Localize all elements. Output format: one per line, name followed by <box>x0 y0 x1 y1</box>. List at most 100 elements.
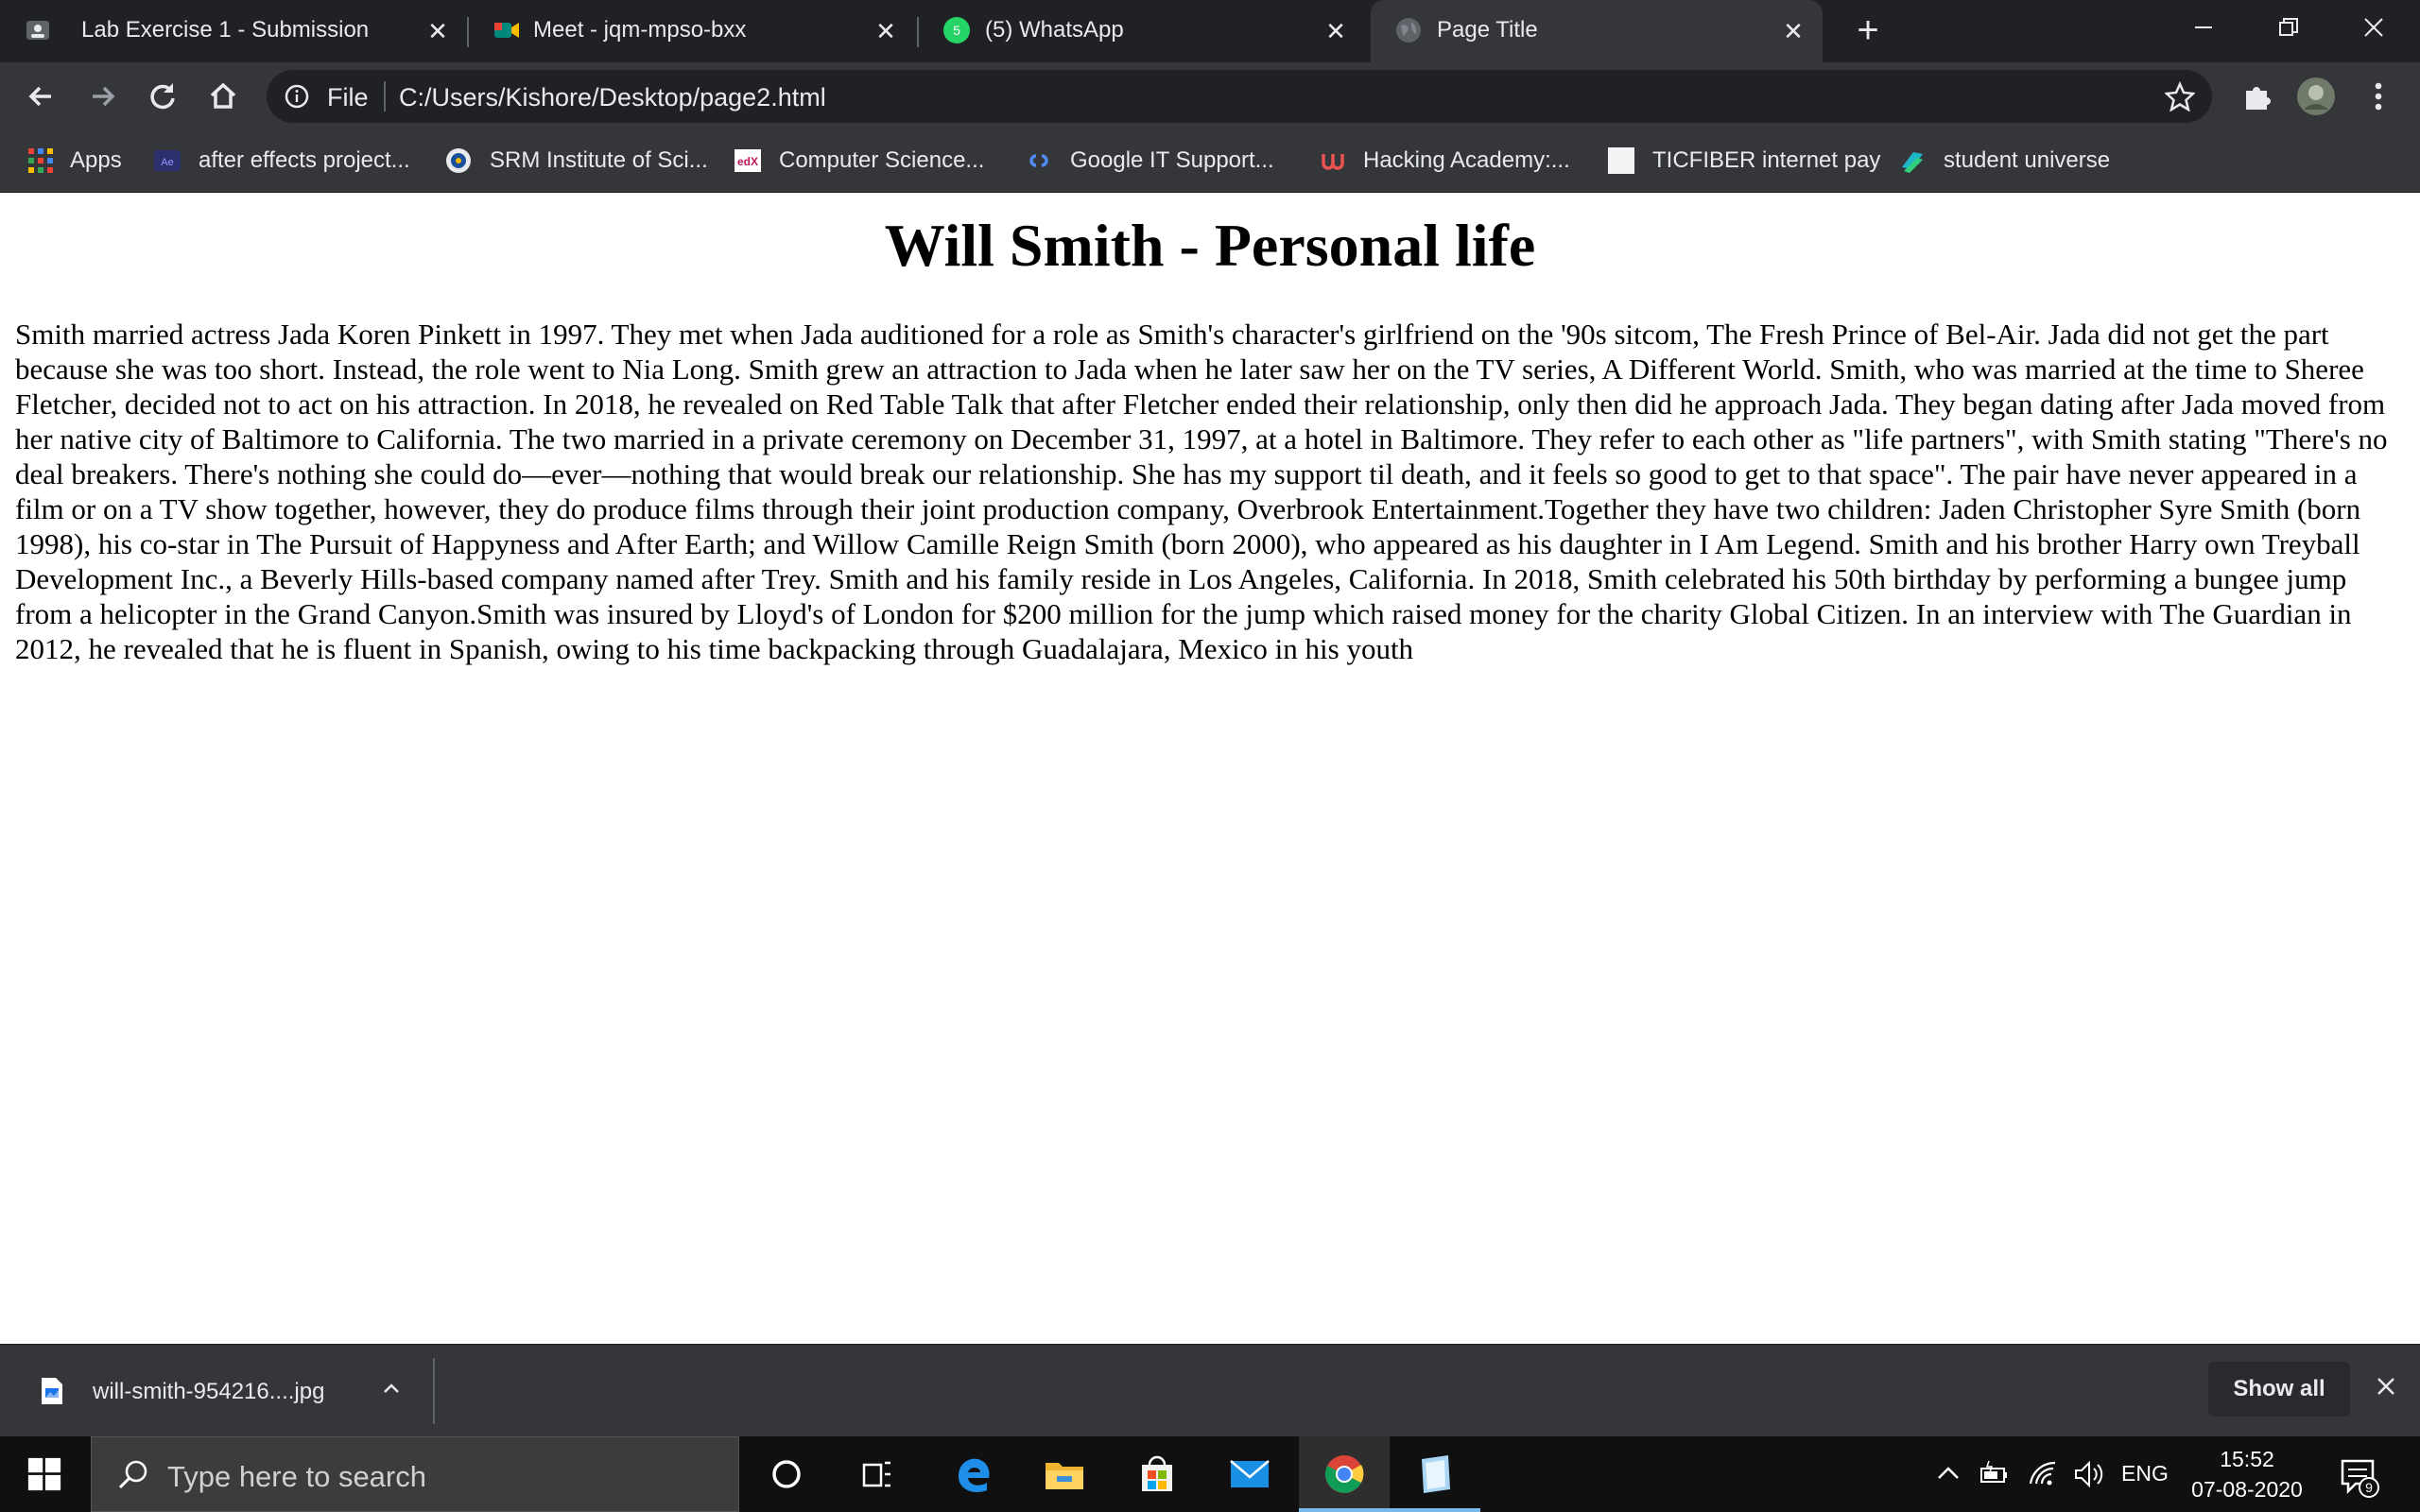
back-icon[interactable] <box>21 76 62 117</box>
bookmark-student-universe[interactable]: student universe <box>1898 142 2110 180</box>
tab-title: Lab Exercise 1 - Submission <box>81 17 370 43</box>
show-hidden-icons-chevron-icon[interactable] <box>1934 1457 1962 1491</box>
clock-time: 15:52 <box>2220 1447 2274 1471</box>
bookmark-google-it[interactable]: Google IT Support... <box>1025 142 1274 180</box>
svg-text:edX: edX <box>737 155 758 168</box>
task-view-icon <box>862 1461 890 1487</box>
web-page-content: Will Smith - Personal life Smith married… <box>0 194 2420 1344</box>
scheme-label: File <box>327 83 369 112</box>
after-effects-icon: Ae <box>154 150 181 171</box>
meet-icon <box>494 23 519 38</box>
edx-icon: edX <box>735 149 761 172</box>
new-tab-button[interactable]: + <box>1849 11 1887 51</box>
download-item[interactable]: will-smith-954216....jpg <box>0 1345 435 1437</box>
close-icon <box>2364 18 2383 37</box>
minimize-icon <box>2195 26 2212 28</box>
bookmark-star-icon[interactable] <box>2165 81 2195 112</box>
downloads-bar: will-smith-954216....jpg Show all <box>0 1344 2420 1436</box>
search-placeholder: Type here to search <box>167 1460 426 1493</box>
reload-icon[interactable] <box>142 76 183 117</box>
address-bar[interactable]: File C:/Users/Kishore/Desktop/page2.html <box>267 70 2212 123</box>
file-explorer-button[interactable] <box>1019 1436 1110 1512</box>
srm-icon <box>446 148 471 173</box>
bookmark-label: SRM Institute of Sci... <box>490 147 708 173</box>
wifi-icon[interactable] <box>2027 1457 2059 1491</box>
tab-close-icon[interactable]: ✕ <box>1779 17 1807 45</box>
notepad-button[interactable] <box>1390 1436 1480 1512</box>
bookmark-label: Computer Science... <box>779 147 985 173</box>
tab-title: Meet - jqm-mpso-bxx <box>533 17 747 43</box>
battery-icon[interactable] <box>1978 1457 2010 1491</box>
system-clock[interactable]: 15:52 07-08-2020 <box>2176 1444 2318 1504</box>
page-paragraph: Smith married actress Jada Koren Pinkett… <box>15 318 2388 665</box>
clock-date: 07-08-2020 <box>2191 1477 2303 1502</box>
cortana-icon <box>772 1460 801 1488</box>
page-heading: Will Smith - Personal life <box>884 212 1536 279</box>
tab-page-title[interactable]: Page Title ✕ <box>1371 0 1823 62</box>
coursera-icon <box>1029 154 1048 167</box>
bookmark-hacking-academy[interactable]: Hacking Academy:... <box>1318 142 1570 180</box>
tab-strip: Lab Exercise 1 - Submission ✕ Meet - jqm… <box>0 0 2420 62</box>
edge-icon <box>959 1458 990 1493</box>
globe-icon <box>1396 18 1421 43</box>
task-view-button[interactable] <box>832 1436 923 1512</box>
microsoft-store-icon <box>1142 1455 1172 1491</box>
bookmark-apps[interactable]: Apps <box>26 142 122 180</box>
bookmark-label: Hacking Academy:... <box>1363 147 1570 173</box>
windows-taskbar: Type here to search ENG 15:52 07-08-2020… <box>0 1436 2420 1512</box>
menu-kebab-icon[interactable] <box>2358 76 2399 117</box>
bookmark-label: Google IT Support... <box>1070 147 1274 173</box>
tab-meet[interactable]: Meet - jqm-mpso-bxx ✕ <box>469 0 917 62</box>
show-all-button[interactable]: Show all <box>2208 1362 2350 1417</box>
restore-button[interactable] <box>2246 0 2331 57</box>
file-explorer-icon <box>1046 1463 1083 1489</box>
mail-button[interactable] <box>1204 1436 1295 1512</box>
chevron-up-icon[interactable] <box>376 1373 406 1403</box>
svg-text:5: 5 <box>953 23 960 38</box>
download-file-name: will-smith-954216....jpg <box>93 1379 325 1404</box>
volume-icon[interactable] <box>2072 1457 2106 1491</box>
running-app-indicator <box>1390 1508 1480 1512</box>
notification-count: 9 <box>2365 1480 2373 1495</box>
bookmark-srm[interactable]: SRM Institute of Sci... <box>444 142 708 180</box>
profile-avatar[interactable] <box>2295 76 2337 117</box>
notifications-icon: 9 <box>2341 1459 2379 1498</box>
chrome-icon <box>1325 1455 1364 1493</box>
tab-close-icon[interactable]: ✕ <box>872 17 900 45</box>
chrome-button[interactable] <box>1299 1436 1390 1512</box>
microsoft-store-button[interactable] <box>1112 1436 1202 1512</box>
cortana-button[interactable] <box>741 1436 832 1512</box>
active-app-indicator <box>1299 1508 1390 1512</box>
close-window-button[interactable] <box>2331 0 2416 57</box>
search-icon <box>118 1460 147 1489</box>
student-universe-icon <box>1902 152 1923 173</box>
action-center-button[interactable]: 9 <box>2335 1453 2380 1499</box>
info-icon[interactable] <box>284 83 310 110</box>
notepad-icon <box>1422 1455 1450 1493</box>
taskbar-search-box[interactable]: Type here to search <box>91 1436 739 1512</box>
bookmark-ticfiber[interactable]: TICFIBER internet pay <box>1607 142 1880 180</box>
bookmark-label: after effects project... <box>199 147 410 173</box>
windows-logo-icon <box>27 1457 61 1491</box>
extensions-puzzle-icon[interactable] <box>2237 76 2278 117</box>
close-downloads-icon[interactable] <box>2371 1371 2401 1401</box>
tab-close-icon[interactable]: ✕ <box>424 17 452 45</box>
browser-toolbar: File C:/Users/Kishore/Desktop/page2.html <box>0 62 2420 130</box>
bookmark-after-effects[interactable]: Ae after effects project... <box>153 142 410 180</box>
input-language[interactable]: ENG <box>2121 1461 2169 1495</box>
tab-lab-exercise[interactable]: Lab Exercise 1 - Submission ✕ <box>0 0 463 62</box>
bookmark-label: TICFIBER internet pay <box>1652 147 1881 173</box>
udemy-icon <box>1322 154 1344 170</box>
url-text[interactable]: C:/Users/Kishore/Desktop/page2.html <box>399 83 826 112</box>
forward-icon[interactable] <box>81 76 123 117</box>
tab-title: (5) WhatsApp <box>985 17 1124 43</box>
minimize-button[interactable] <box>2161 0 2246 57</box>
blank-page-icon <box>1608 147 1634 174</box>
tab-whatsapp[interactable]: 5 (5) WhatsApp ✕ <box>919 0 1367 62</box>
edge-button[interactable] <box>928 1436 1019 1512</box>
bookmark-edx[interactable]: edX Computer Science... <box>734 142 984 180</box>
mail-icon <box>1230 1460 1270 1487</box>
home-icon[interactable] <box>202 76 244 117</box>
start-button[interactable] <box>0 1436 89 1512</box>
tab-close-icon[interactable]: ✕ <box>1322 17 1350 45</box>
